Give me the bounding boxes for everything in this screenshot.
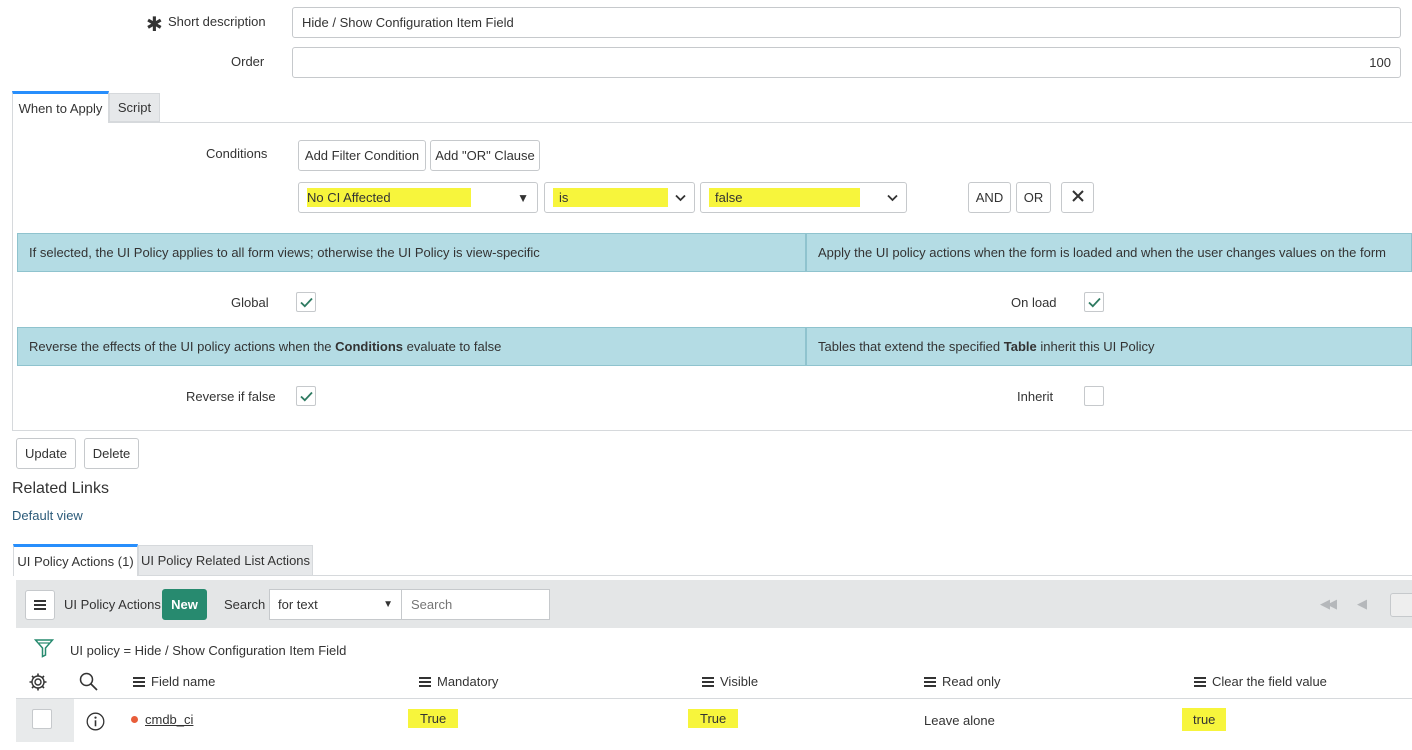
column-header-clear-the-field-value[interactable]: Clear the field value — [1194, 674, 1327, 689]
column-menu-icon — [133, 676, 145, 687]
column-header-visible[interactable]: Visible — [702, 674, 758, 689]
clear-value-cell: true — [1182, 708, 1227, 731]
tab-ui-policy-actions[interactable]: UI Policy Actions (1) — [13, 544, 138, 576]
order-label: Order — [231, 54, 265, 69]
gear-icon[interactable] — [28, 672, 48, 695]
chevron-down-icon — [887, 190, 898, 205]
mandatory-cell: True — [408, 709, 459, 728]
onload-checkbox[interactable] — [1084, 292, 1104, 312]
required-icon: ✱ — [146, 14, 163, 36]
close-icon — [1071, 190, 1084, 205]
filter-icon[interactable] — [33, 638, 55, 661]
condition-operator-value: is — [553, 188, 669, 207]
or-button[interactable]: OR — [1016, 182, 1051, 213]
condition-operator-select[interactable]: is — [544, 182, 695, 213]
condition-value-value: false — [709, 188, 861, 207]
column-menu-icon — [924, 676, 936, 687]
previous-page-icon[interactable]: ◀ — [1357, 596, 1367, 612]
short-description-input[interactable]: Hide / Show Configuration Item Field — [292, 7, 1401, 38]
search-icon[interactable] — [79, 672, 98, 694]
column-menu-icon — [702, 676, 714, 687]
tab-script[interactable]: Script — [109, 93, 160, 122]
column-menu-icon — [1194, 676, 1206, 687]
column-menu-icon — [419, 676, 431, 687]
chevron-down-icon — [675, 190, 686, 205]
and-button[interactable]: AND — [968, 182, 1011, 213]
read-only-cell: Leave alone — [924, 713, 995, 728]
tab-ui-policy-related-list-actions[interactable]: UI Policy Related List Actions — [138, 545, 313, 576]
field-name-link[interactable]: cmdb_ci — [145, 712, 193, 727]
inherit-label: Inherit — [1017, 389, 1054, 404]
onload-help-text: Apply the UI policy actions when the for… — [806, 233, 1412, 272]
reverse-help-text: Reverse the effects of the UI policy act… — [17, 327, 806, 366]
inherit-help-text: Tables that extend the specified Table i… — [806, 327, 1412, 366]
related-tab-line — [313, 575, 1412, 576]
remove-condition-button[interactable] — [1061, 182, 1094, 213]
related-links-title: Related Links — [12, 480, 109, 497]
filter-breadcrumb[interactable]: UI policy = Hide / Show Configuration It… — [70, 643, 346, 658]
reverse-if-false-checkbox[interactable] — [296, 386, 316, 406]
add-or-clause-button[interactable]: Add "OR" Clause — [430, 140, 540, 171]
row-checkbox[interactable] — [32, 709, 52, 729]
checkmark-icon — [1087, 297, 1101, 307]
tab-panel-border — [12, 122, 1412, 431]
global-checkbox[interactable] — [296, 292, 316, 312]
search-field-value: for text — [278, 597, 318, 612]
new-button[interactable]: New — [162, 589, 207, 620]
caret-down-icon: ▼ — [383, 599, 393, 610]
first-page-icon[interactable]: ◀◀ — [1320, 596, 1337, 612]
list-menu-button[interactable] — [25, 590, 55, 620]
update-button[interactable]: Update — [16, 438, 76, 469]
caret-down-icon: ▼ — [517, 190, 529, 205]
global-label: Global — [231, 295, 269, 310]
short-description-value: Hide / Show Configuration Item Field — [302, 15, 514, 30]
delete-button[interactable]: Delete — [84, 438, 139, 469]
page-number-input[interactable] — [1390, 593, 1412, 617]
short-description-label: Short description — [168, 14, 266, 29]
tab-bar-line — [160, 122, 1412, 123]
global-help-text: If selected, the UI Policy applies to al… — [17, 233, 806, 272]
column-header-field-name[interactable]: Field name — [133, 674, 215, 689]
checkmark-icon — [299, 391, 313, 401]
onload-label: On load — [1011, 295, 1057, 310]
column-header-mandatory[interactable]: Mandatory — [419, 674, 498, 689]
hamburger-icon — [34, 600, 46, 610]
add-filter-condition-button[interactable]: Add Filter Condition — [298, 140, 426, 171]
condition-field-value: No CI Affected — [307, 188, 471, 207]
checkmark-icon — [299, 297, 313, 307]
info-icon[interactable] — [86, 712, 105, 734]
default-view-link[interactable]: Default view — [12, 508, 83, 523]
inherit-checkbox[interactable] — [1084, 386, 1104, 406]
reverse-if-false-label: Reverse if false — [186, 389, 276, 404]
search-label: Search — [224, 597, 266, 612]
list-title: UI Policy Actions — [64, 597, 161, 612]
order-input[interactable]: 100 — [292, 47, 1401, 78]
search-input[interactable] — [401, 589, 550, 620]
status-dot-icon — [131, 716, 138, 723]
column-header-read-only[interactable]: Read only — [924, 674, 1001, 689]
condition-value-select[interactable]: false — [700, 182, 907, 213]
search-field-select[interactable]: for text ▼ — [269, 589, 402, 620]
visible-cell: True — [688, 709, 739, 728]
condition-field-select[interactable]: No CI Affected ▼ — [298, 182, 538, 213]
conditions-label: Conditions — [206, 146, 268, 161]
tab-when-to-apply[interactable]: When to Apply — [12, 91, 109, 123]
order-value: 100 — [1369, 55, 1391, 70]
